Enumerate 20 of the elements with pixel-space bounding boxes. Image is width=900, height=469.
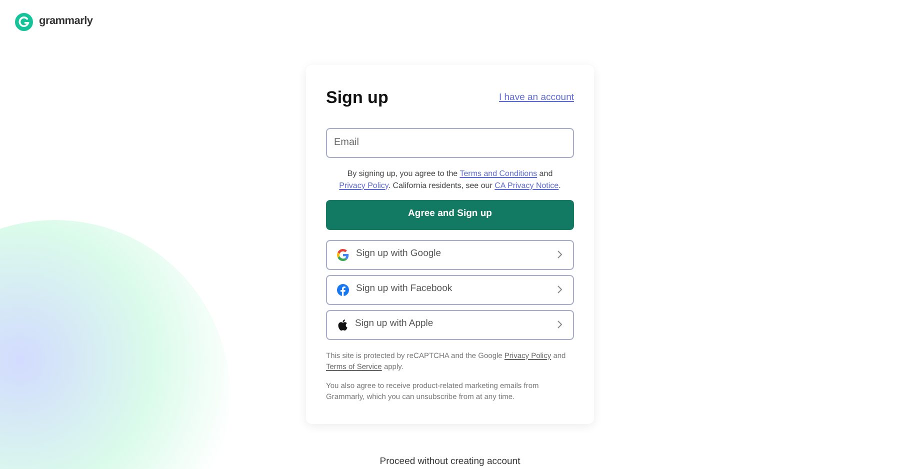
text-link[interactable]: Privacy Policy xyxy=(339,180,388,190)
text-link[interactable]: Terms and Conditions xyxy=(460,168,538,178)
page-title: Sign up xyxy=(326,87,388,109)
provider-button[interactable]: Sign up with Facebook xyxy=(326,274,574,304)
google-g-icon xyxy=(337,248,349,260)
signup-button[interactable]: Agree and Sign up xyxy=(326,200,574,230)
proceed-link[interactable]: Proceed without creating account xyxy=(380,454,520,469)
apple-icon xyxy=(337,318,348,330)
logo-icon xyxy=(15,12,33,30)
logo-wordmark: grammarly xyxy=(39,14,93,30)
chevron-right-icon xyxy=(557,285,563,294)
provider-button[interactable]: Sign up with Google xyxy=(326,240,574,270)
email-field[interactable]: Email xyxy=(326,128,574,158)
text-link[interactable]: CA Privacy Notice xyxy=(494,180,559,190)
account-link[interactable]: I have an account xyxy=(499,90,574,105)
terms-text: By signing up, you agree to the Terms and Conditions and Privacy Policy. California residents, see our CA Privacy Notice. xyxy=(338,168,562,192)
chevron-right-icon xyxy=(557,320,563,329)
chevron-right-icon xyxy=(557,250,563,259)
provider-button[interactable]: Sign up with Apple xyxy=(326,310,574,340)
facebook-f-icon xyxy=(337,284,349,296)
